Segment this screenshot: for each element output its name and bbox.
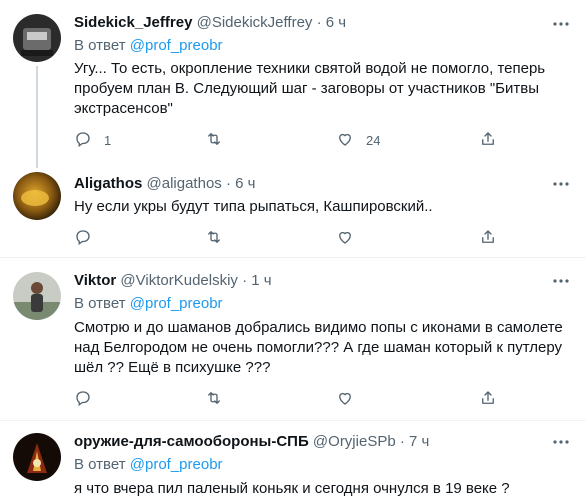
- reply-icon: [74, 228, 92, 249]
- tweet-2[interactable]: Aligathos @aligathos · 6 ч Ну если укры …: [0, 168, 586, 258]
- action-bar: [74, 228, 504, 248]
- reply-prefix: В ответ: [74, 295, 126, 312]
- like-icon: [336, 228, 354, 249]
- separator-dot: ·: [242, 272, 248, 289]
- tweet-header: оружие-для-самообороны-СПБ @OryjieSPb · …: [74, 432, 429, 452]
- retweet-button[interactable]: [205, 228, 235, 248]
- timestamp[interactable]: 1 ч: [251, 272, 271, 289]
- retweet-icon: [205, 130, 223, 151]
- share-button[interactable]: [479, 130, 497, 150]
- avatar[interactable]: [13, 14, 61, 62]
- avatar[interactable]: [13, 272, 61, 320]
- more-icon[interactable]: [551, 432, 571, 452]
- reply-prefix: В ответ: [74, 456, 126, 473]
- action-bar: [74, 389, 504, 409]
- avatar[interactable]: [13, 433, 61, 481]
- author-name[interactable]: Aligathos: [74, 175, 142, 192]
- author-name[interactable]: оружие-для-самообороны-СПБ: [74, 433, 309, 450]
- action-bar: 1 24: [74, 130, 504, 150]
- tweet-header: Viktor @ViktorKudelskiy · 1 ч: [74, 271, 272, 291]
- share-button[interactable]: [479, 228, 497, 248]
- tweet-text: Угу... То есть, окропление техники свято…: [74, 60, 546, 117]
- retweet-icon: [205, 389, 223, 410]
- tweet-1[interactable]: Sidekick_Jeffrey @SidekickJeffrey · 6 ч …: [0, 0, 586, 168]
- reply-icon: [74, 130, 92, 151]
- timestamp[interactable]: 6 ч: [326, 14, 346, 31]
- reply-icon: [74, 389, 92, 410]
- author-handle[interactable]: @ViktorKudelskiy: [120, 272, 238, 289]
- reply-mention-link[interactable]: @prof_preobr: [130, 37, 223, 54]
- tweet-text: Ну если укры будут типа рыпаться, Кашпир…: [74, 198, 433, 215]
- author-handle[interactable]: @OryjieSPb: [313, 433, 396, 450]
- share-icon: [479, 389, 497, 410]
- reply-mention-link[interactable]: @prof_preobr: [130, 456, 223, 473]
- tweet-header: Sidekick_Jeffrey @SidekickJeffrey · 6 ч: [74, 13, 346, 33]
- share-icon: [479, 228, 497, 249]
- separator-dot: ·: [225, 175, 231, 192]
- like-icon: [336, 130, 354, 151]
- reply-context: В ответ @prof_preobr: [74, 36, 223, 56]
- thread-line: [36, 66, 38, 168]
- reply-count: 1: [104, 132, 112, 148]
- author-name[interactable]: Sidekick_Jeffrey: [74, 14, 192, 31]
- avatar[interactable]: [13, 172, 61, 220]
- retweet-button[interactable]: [205, 130, 235, 150]
- like-button[interactable]: [336, 389, 366, 409]
- reply-button[interactable]: [74, 228, 104, 248]
- reply-prefix: В ответ: [74, 37, 126, 54]
- more-icon[interactable]: [551, 14, 571, 34]
- reply-button[interactable]: [74, 389, 104, 409]
- timestamp[interactable]: 7 ч: [409, 433, 429, 450]
- like-button[interactable]: 24: [336, 130, 380, 150]
- separator-dot: ·: [316, 14, 322, 31]
- share-button[interactable]: [479, 389, 497, 409]
- tweet-3[interactable]: Viktor @ViktorKudelskiy · 1 ч В ответ @p…: [0, 258, 586, 421]
- more-icon[interactable]: [551, 174, 571, 194]
- retweet-icon: [205, 228, 223, 249]
- retweet-button[interactable]: [205, 389, 235, 409]
- reply-mention-link[interactable]: @prof_preobr: [130, 295, 223, 312]
- author-name[interactable]: Viktor: [74, 272, 116, 289]
- tweet-text: я что вчера пил паленый коньяк и сегодня…: [74, 480, 510, 497]
- more-icon[interactable]: [551, 271, 571, 291]
- tweet-4[interactable]: оружие-для-самообороны-СПБ @OryjieSPb · …: [0, 421, 586, 504]
- author-handle[interactable]: @aligathos: [147, 175, 222, 192]
- reply-context: В ответ @prof_preobr: [74, 455, 223, 475]
- separator-dot: ·: [399, 433, 405, 450]
- tweet-header: Aligathos @aligathos · 6 ч: [74, 174, 255, 194]
- share-icon: [479, 130, 497, 151]
- like-button[interactable]: [336, 228, 366, 248]
- reply-button[interactable]: 1: [74, 130, 111, 150]
- author-handle[interactable]: @SidekickJeffrey: [197, 14, 313, 31]
- reply-context: В ответ @prof_preobr: [74, 294, 223, 314]
- like-count: 24: [366, 132, 381, 148]
- like-icon: [336, 389, 354, 410]
- tweet-text: Смотрю и до шаманов добрались видимо поп…: [74, 319, 563, 376]
- timestamp[interactable]: 6 ч: [235, 175, 255, 192]
